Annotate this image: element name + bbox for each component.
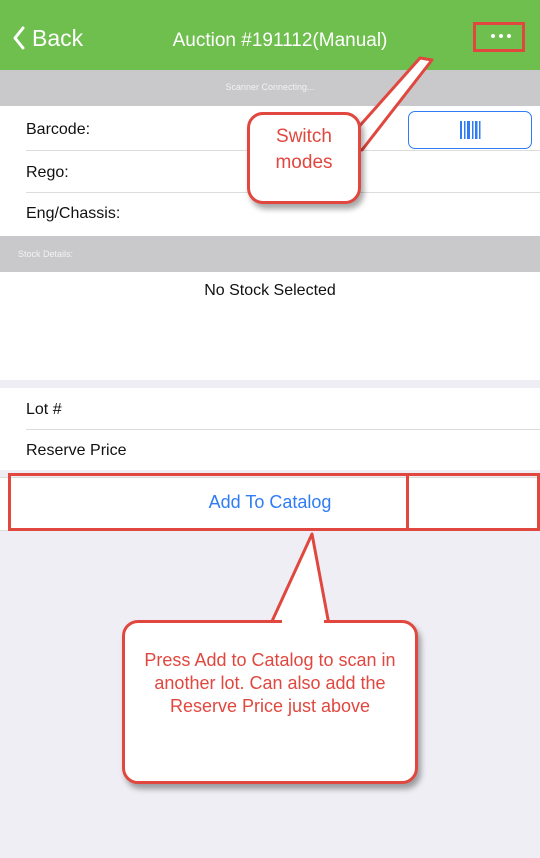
add-catalog-pointer bbox=[266, 532, 332, 632]
switch-modes-line2: modes bbox=[275, 152, 333, 173]
add-catalog-callout: Press Add to Catalog to scan in another … bbox=[122, 620, 418, 784]
switch-modes-callout: Switch modes bbox=[247, 112, 361, 204]
callout-seam bbox=[282, 620, 324, 626]
switch-modes-line1: Switch bbox=[276, 126, 332, 147]
